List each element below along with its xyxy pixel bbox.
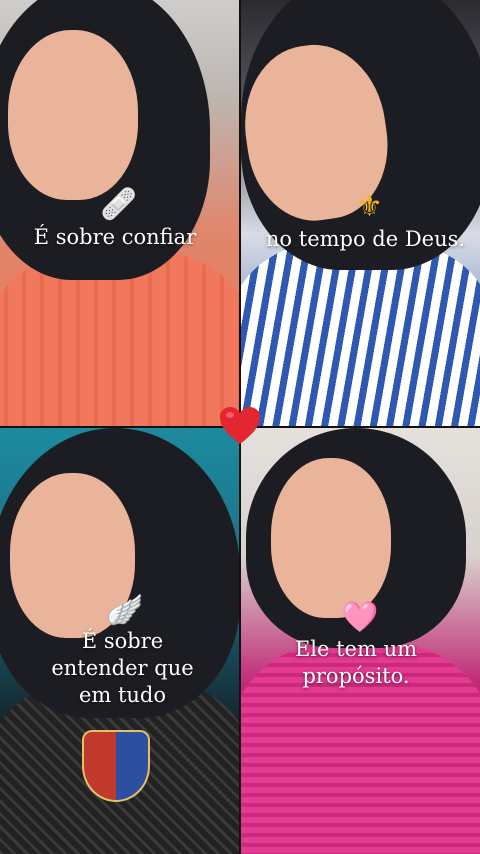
bandage-sticker-icon: 🩹 [100, 187, 138, 222]
photo-top-right: ⚜ no tempo de Deus. [241, 0, 480, 426]
photo-top-left: 🩹 É sobre confiar [0, 0, 239, 426]
photo-collage: 🩹 É sobre confiar ⚜ no tempo de Deus. 🪽 … [0, 0, 480, 854]
caption-top-left: É sobre confiar [33, 225, 197, 249]
club-crest-icon [82, 730, 150, 802]
caption-line-2: propósito. [302, 664, 410, 688]
caption-bottom-left: É sobre entender que em tudo [0, 628, 239, 709]
photo-bottom-left: 🪽 É sobre entender que em tudo [0, 428, 239, 854]
face [271, 458, 391, 618]
red-heart-icon [220, 407, 260, 444]
caption-top-right: no tempo de Deus. [265, 227, 466, 251]
face [8, 30, 138, 200]
caption-line-3: em tudo [78, 683, 167, 707]
pink-heart-sticker-icon: 🩷 [341, 600, 379, 635]
wing-sticker-icon: 🪽 [106, 593, 144, 628]
fleur-de-lis-icon: ⚜ [356, 189, 383, 224]
caption-line-1: Ele tem um [294, 637, 418, 661]
photo-bottom-right: 🩷 Ele tem um propósito. [241, 428, 480, 854]
fleur-de-lis-sticker-icon: ⚜ [356, 192, 383, 222]
caption-line-1: É sobre [81, 629, 164, 653]
caption-bottom-right: Ele tem um propósito. [241, 636, 471, 690]
caption-line-2: entender que [51, 656, 194, 680]
